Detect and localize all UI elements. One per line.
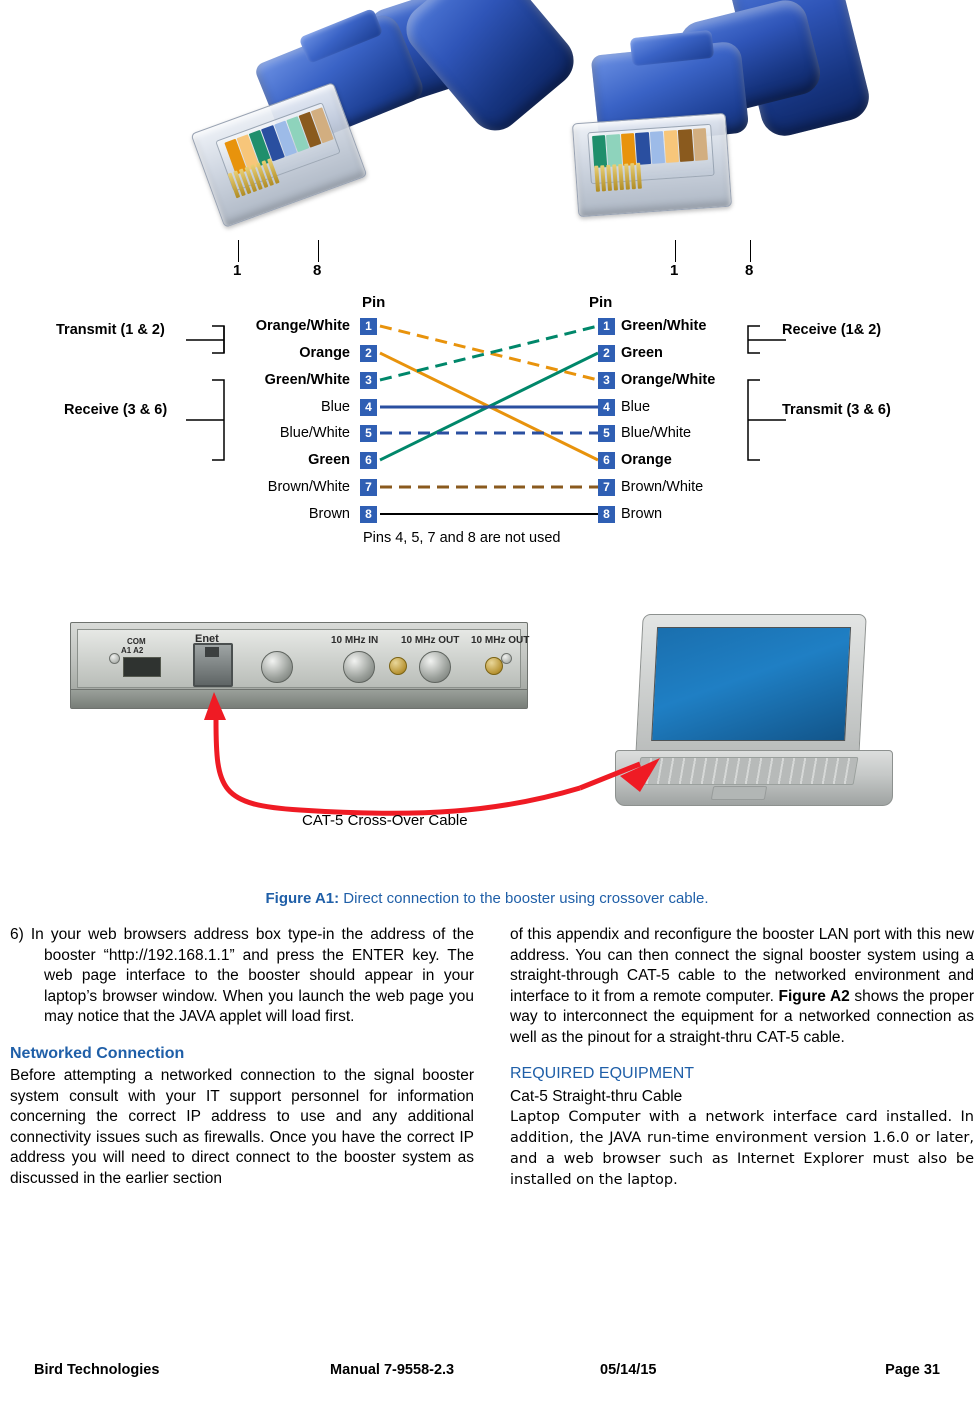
networked-connection-paragraph: Before attempting a networked connection… (10, 1067, 474, 1187)
pin-label-left-2: Orange (299, 345, 350, 361)
bracket-label-receive-left: Receive (3 & 6) (64, 402, 168, 418)
rj45-connector-left: 1 8 (175, 0, 585, 279)
pin-box-right-8: 8 (598, 506, 615, 523)
appendix-paragraph: of this appendix and reconfigure the boo… (510, 925, 974, 1048)
pin-label-right-1: Green/White (621, 318, 707, 334)
left-column: 6) In your web browsers address box type… (10, 925, 474, 1189)
pin-label-right-4: Blue (621, 399, 651, 415)
crossover-pinout-diagram: Pin Pin Transmit (1 & 2) Receive (3 & 6)… (0, 290, 974, 560)
footer-page-number: Page 31 (885, 1362, 940, 1378)
pin-box-left-1: 1 (360, 318, 377, 335)
bracket-label-transmit-left: Transmit (1 & 2) (56, 322, 165, 338)
crossover-cable-path (204, 692, 660, 816)
pin-number-first-left: 1 (233, 262, 242, 279)
pin-label-left-4: Blue (320, 399, 350, 415)
pin-box-right-2: 2 (598, 345, 615, 362)
pin-label-right-7: Brown/White (621, 479, 704, 495)
pin-box-right-5: 5 (598, 425, 615, 442)
pin-label-right-2: Green (621, 345, 663, 361)
pin-box-left-2: 2 (360, 345, 377, 362)
pin-box-left-5: 5 (360, 425, 377, 442)
pin-box-right-3: 3 (598, 372, 615, 389)
connector-photos: 1 8 1 8 (0, 0, 974, 290)
pin-box-right-1: 1 (598, 318, 615, 335)
pins-not-used-note: Pins 4, 5, 7 and 8 are not used (363, 530, 561, 546)
right-column: of this appendix and reconfigure the boo… (510, 925, 974, 1191)
pin-label-left-8: Brown (308, 506, 350, 522)
booster-laptop-illustration: COM A1 A2 Enet 10 MHz IN 10 MHz OUT 10 M… (0, 600, 974, 890)
pin-box-right-7: 7 (598, 479, 615, 496)
pin-number-last-left: 8 (313, 262, 322, 279)
pin-label-right-5: Blue/White (621, 425, 692, 441)
pin-ticks-left: 1 8 (175, 240, 495, 279)
pin-number-first-right: 1 (670, 262, 679, 279)
pin-label-right-8: Brown (621, 506, 663, 522)
pin-label-left-1: Orange/White (255, 318, 350, 334)
bracket-label-receive-right: Receive (1& 2) (782, 322, 882, 338)
pin-label-left-3: Green/White (264, 372, 350, 388)
pin-label-right-6: Orange (621, 452, 672, 468)
pin-box-left-6: 6 (360, 452, 377, 469)
footer-date: 05/14/15 (600, 1362, 657, 1378)
pin-label-left-6: Green (308, 452, 350, 468)
pin-label-left-5: Blue/White (279, 425, 350, 441)
footer-company: Bird Technologies (34, 1362, 160, 1378)
pin-box-left-3: 3 (360, 372, 377, 389)
figure-caption-text: Direct connection to the booster using c… (343, 890, 709, 907)
equipment-line-2: Laptop Computer with a network interface… (510, 1109, 974, 1188)
required-equipment-heading: REQUIRED EQUIPMENT (510, 1065, 695, 1082)
body-columns: 6) In your web browsers address box type… (0, 925, 974, 1350)
figure-caption-label: Figure A1: (265, 890, 340, 907)
pin-label-left-7: Brown/White (267, 479, 350, 495)
bracket-label-transmit-right: Transmit (3 & 6) (782, 402, 891, 418)
pin-box-right-6: 6 (598, 452, 615, 469)
pin-box-left-4: 4 (360, 399, 377, 416)
pin-ticks-right: 1 8 (565, 240, 885, 279)
pin-label-right-3: Orange/White (621, 372, 716, 388)
figure-a2-reference: Figure A2 (778, 987, 850, 1005)
cable-type-label: CAT-5 Cross-Over Cable (302, 812, 468, 829)
figure-caption: Figure A1: Direct connection to the boos… (0, 890, 974, 907)
rj45-connector-right: 1 8 (565, 0, 885, 279)
networked-connection-heading: Networked Connection (10, 1044, 185, 1062)
equipment-line-1: Cat-5 Straight-thru Cable (510, 1087, 683, 1105)
step-6-paragraph: 6) In your web browsers address box type… (10, 926, 474, 1025)
footer-manual-number: Manual 7-9558-2.3 (330, 1362, 455, 1378)
pin-box-left-7: 7 (360, 479, 377, 496)
pin-box-left-8: 8 (360, 506, 377, 523)
pin-number-last-right: 8 (745, 262, 754, 279)
pin-box-right-4: 4 (598, 399, 615, 416)
